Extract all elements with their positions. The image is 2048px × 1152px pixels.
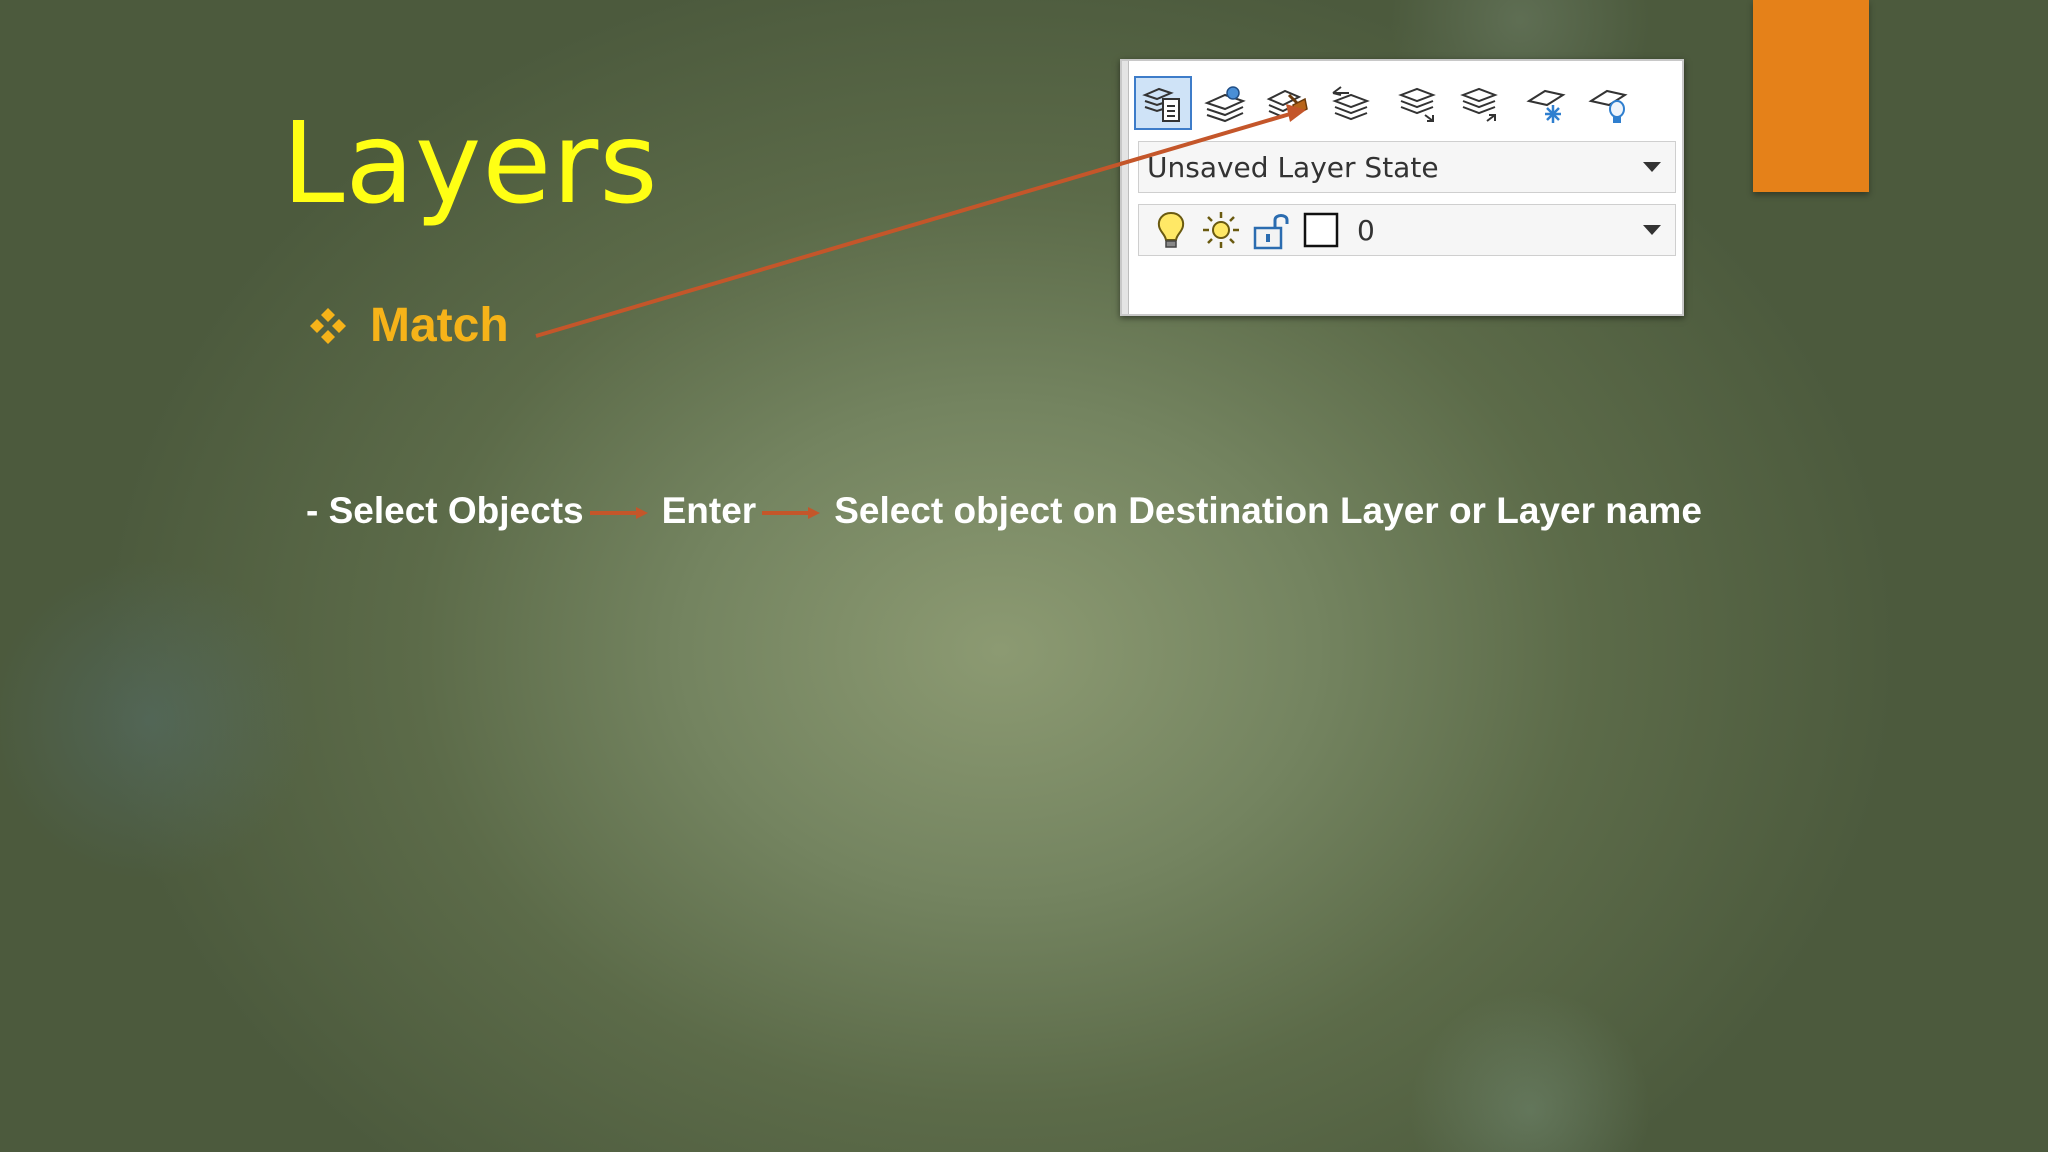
unlock-icon[interactable] [1249,208,1293,252]
layer-state-value: Unsaved Layer State [1147,150,1439,184]
slide-title: Layers [282,99,659,229]
layer-properties-button[interactable] [1134,76,1192,130]
layer-match-icon [1266,89,1308,119]
layer-match-button[interactable] [1258,76,1316,130]
make-current-layer-button[interactable] [1196,76,1254,130]
color-swatch-icon[interactable] [1299,208,1343,252]
layer-unisolate-icon [1460,87,1498,122]
layer-unisolate-button[interactable] [1450,76,1508,130]
chevron-down-icon [1643,162,1661,172]
layer-status-icons [1149,208,1349,252]
layer-off-button[interactable] [1580,76,1638,130]
layer-freeze-icon [1526,89,1566,123]
bullet-item: Match [308,298,509,353]
layer-freeze-button[interactable] [1518,76,1576,130]
right-arrow-icon [762,507,821,520]
step-select-destination: Select object on Destination Layer or La… [834,490,1702,531]
four-diamond-bullet-icon [310,307,346,344]
layers-toolbar [1134,75,1642,131]
layer-state-dropdown[interactable]: Unsaved Layer State [1138,141,1676,193]
make-current-layer-icon [1204,86,1246,123]
layer-isolate-button[interactable] [1388,76,1446,130]
current-layer-name: 0 [1357,213,1375,247]
step-select-objects: - Select Objects [306,490,584,531]
layer-dropdown[interactable]: 0 [1138,204,1676,256]
right-arrow-icon [589,507,648,520]
previous-layer-icon [1332,86,1370,121]
sun-thaw-icon[interactable] [1199,208,1243,252]
bullet-label: Match [370,299,509,352]
steps-text: - Select Objects Enter Select object on … [306,488,1706,534]
previous-layer-button[interactable] [1320,76,1378,130]
step-enter: Enter [661,490,757,531]
layer-isolate-icon [1398,87,1436,122]
lightbulb-on-icon[interactable] [1149,208,1193,252]
layer-properties-icon [1142,87,1180,122]
layer-off-icon [1588,89,1628,123]
accent-tab [1753,0,1869,192]
chevron-down-icon [1643,225,1661,235]
panel-edge [1122,61,1129,314]
layers-panel: Unsaved Layer State 0 [1120,59,1684,316]
